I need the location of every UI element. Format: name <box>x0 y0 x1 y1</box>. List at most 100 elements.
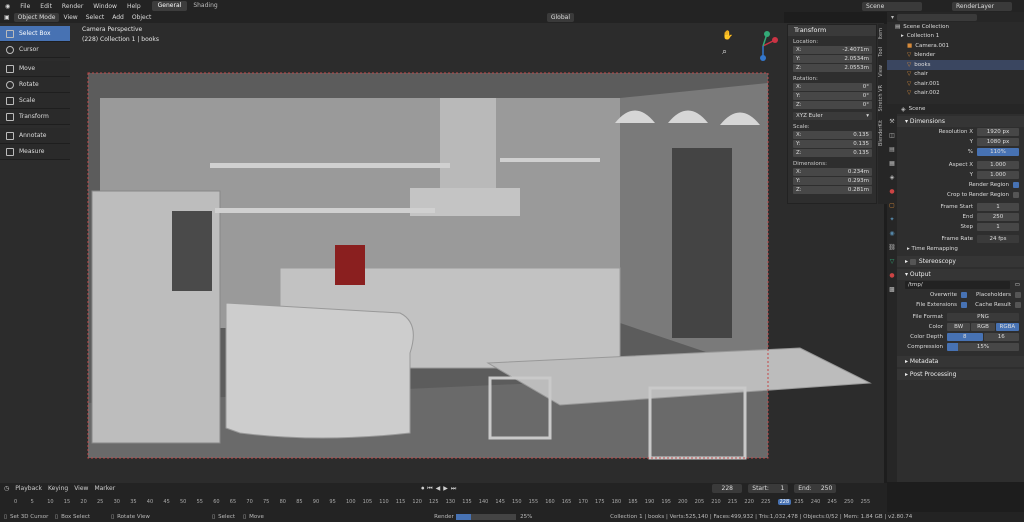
tool-tab-icon[interactable]: ⚒ <box>889 118 894 125</box>
camera-view-icon[interactable]: ⌕ <box>722 47 727 57</box>
tool-annotate[interactable]: Annotate <box>0 128 70 144</box>
outliner-scene-collection[interactable]: ▤ Scene Collection <box>887 22 1024 32</box>
3d-viewport[interactable]: Camera Perspective (228) Collection 1 | … <box>0 23 884 483</box>
tab-stretch-vr[interactable]: Stretch VR <box>878 81 884 116</box>
tool-transform[interactable]: Transform <box>0 109 70 125</box>
tool-select-box[interactable]: Select Box <box>0 26 70 42</box>
dimensions-z-field[interactable]: Z: 0.281m <box>793 186 872 194</box>
menu-window[interactable]: Window <box>88 3 122 10</box>
menu-render[interactable]: Render <box>57 3 88 10</box>
menu-view[interactable]: View <box>59 14 81 21</box>
render-region-checkbox[interactable] <box>1013 182 1019 188</box>
rotation-mode-dropdown[interactable]: XYZ Euler ▾ <box>793 112 872 120</box>
tool-scale[interactable]: Scale <box>0 93 70 109</box>
location-y-field[interactable]: Y: 2.0534m <box>793 55 872 63</box>
scale-y-field[interactable]: Y: 0.135 <box>793 140 872 148</box>
outliner-item[interactable]: ▽ chair.001 <box>887 79 1024 89</box>
color-depth-8-button[interactable]: 8 <box>947 333 983 341</box>
transform-orientation-dropdown[interactable]: Global <box>546 13 574 22</box>
color-rgba-button[interactable]: RGBA <box>995 323 1019 331</box>
transform-panel-header[interactable]: Transform <box>788 25 876 36</box>
output-tab-icon[interactable]: ▤ <box>889 146 895 153</box>
render-tab-icon[interactable]: ◫ <box>889 132 895 139</box>
section-stereoscopy[interactable]: ▸ Stereoscopy <box>897 256 1024 267</box>
aspect-y-field[interactable]: 1.000 <box>977 171 1019 179</box>
scale-x-field[interactable]: X: 0.135 <box>793 131 872 139</box>
outliner-item[interactable]: ▽ chair <box>887 70 1024 80</box>
outliner-item[interactable]: ▸ Collection 1 <box>887 32 1024 42</box>
resolution-y-field[interactable]: 1080 px <box>977 138 1019 146</box>
crop-region-checkbox[interactable] <box>1013 192 1019 198</box>
compression-slider[interactable]: 15% <box>947 343 1019 351</box>
object-tab-icon[interactable]: ▢ <box>889 202 895 209</box>
folder-icon[interactable]: ▭ <box>1015 282 1020 288</box>
dimensions-x-field[interactable]: X: 0.234m <box>793 168 872 176</box>
output-path-input[interactable]: /tmp/ <box>905 281 1010 289</box>
stereoscopy-checkbox[interactable] <box>909 258 916 265</box>
modifier-tab-icon[interactable]: ✦ <box>889 216 894 223</box>
color-depth-16-button[interactable]: 16 <box>983 333 1019 341</box>
frame-start-field[interactable]: 1 <box>977 203 1019 211</box>
pan-hand-icon[interactable]: ✋ <box>722 31 733 41</box>
menu-file[interactable]: File <box>15 3 35 10</box>
filter-icon[interactable]: ▾ <box>891 14 894 21</box>
dimensions-y-field[interactable]: Y: 0.293m <box>793 177 872 185</box>
menu-select[interactable]: Select <box>82 14 109 21</box>
editor-type-icon[interactable]: ▣ <box>0 14 14 21</box>
scene-selector[interactable]: Scene <box>862 1 922 11</box>
blender-logo-icon[interactable]: ◉ <box>0 3 15 10</box>
color-rgb-button[interactable]: RGB <box>971 323 995 331</box>
outliner-item[interactable]: ▽ chair.002 <box>887 89 1024 99</box>
location-x-field[interactable]: X: -2.4071m <box>793 46 872 54</box>
tab-view[interactable]: View <box>878 61 884 81</box>
location-z-field[interactable]: Z: 2.0553m <box>793 64 872 72</box>
constraint-tab-icon[interactable]: ⛓ <box>888 244 896 251</box>
rotation-x-field[interactable]: X: 0° <box>793 83 872 91</box>
section-metadata[interactable]: ▸ Metadata <box>897 356 1024 367</box>
time-remapping-section[interactable]: Time Remapping <box>912 246 958 252</box>
tool-move[interactable]: Move <box>0 61 70 77</box>
resolution-x-field[interactable]: 1920 px <box>977 128 1019 136</box>
menu-add[interactable]: Add <box>108 14 128 21</box>
material-tab-icon[interactable]: ● <box>889 272 894 279</box>
workspace-tab-general[interactable]: General <box>151 1 188 11</box>
aspect-x-field[interactable]: 1.000 <box>977 161 1019 169</box>
outliner-item[interactable]: ■ Camera.001 <box>887 41 1024 51</box>
section-output[interactable]: ▾ Output <box>897 269 1024 280</box>
placeholders-checkbox[interactable] <box>1015 292 1021 298</box>
cache-result-checkbox[interactable] <box>1015 302 1021 308</box>
resolution-percent-slider[interactable]: 110% <box>977 148 1019 156</box>
outliner-item[interactable]: ▽ books <box>887 60 1024 70</box>
world-tab-icon[interactable]: ● <box>889 188 894 195</box>
tab-tool[interactable]: Tool <box>878 43 884 61</box>
menu-edit[interactable]: Edit <box>35 3 57 10</box>
tool-rotate[interactable]: Rotate <box>0 77 70 93</box>
navigation-gizmo[interactable] <box>745 28 781 64</box>
outliner-item[interactable]: ▽ blender <box>887 51 1024 61</box>
frame-step-field[interactable]: 1 <box>977 223 1019 231</box>
file-format-dropdown[interactable]: PNG <box>947 313 1019 321</box>
rotation-y-field[interactable]: Y: 0° <box>793 92 872 100</box>
section-dimensions[interactable]: ▾ Dimensions <box>897 116 1024 127</box>
color-bw-button[interactable]: BW <box>947 323 971 331</box>
tab-blenderkit[interactable]: BlenderKit <box>878 116 884 150</box>
menu-object[interactable]: Object <box>128 14 156 21</box>
workspace-tab-shading[interactable]: Shading <box>187 1 223 11</box>
frame-end-field[interactable]: 250 <box>977 213 1019 221</box>
view-layer-tab-icon[interactable]: ▦ <box>889 160 895 167</box>
view-layer-selector[interactable]: RenderLayer <box>952 1 1012 11</box>
section-post-processing[interactable]: ▸ Post Processing <box>897 369 1024 380</box>
scene-tab-icon[interactable]: ◈ <box>890 174 895 181</box>
tool-cursor[interactable]: Cursor <box>0 42 70 58</box>
frame-rate-dropdown[interactable]: 24 fps <box>977 235 1019 243</box>
tool-measure[interactable]: Measure <box>0 144 70 160</box>
timeline-ruler[interactable]: 0 5 10 15 20 25 30 35 40 45 50 55 60 65 70 75 80 85 90 95 10… <box>0 483 887 511</box>
tab-item[interactable]: Item <box>878 24 884 43</box>
outliner-search-input[interactable] <box>897 13 978 21</box>
physics-tab-icon[interactable]: ◉ <box>889 230 894 237</box>
rotation-z-field[interactable]: Z: 0° <box>793 101 872 109</box>
mode-dropdown[interactable]: Object Mode <box>13 13 60 22</box>
data-tab-icon[interactable]: ▽ <box>890 258 895 265</box>
menu-help[interactable]: Help <box>122 3 146 10</box>
texture-tab-icon[interactable]: ▩ <box>889 286 895 293</box>
